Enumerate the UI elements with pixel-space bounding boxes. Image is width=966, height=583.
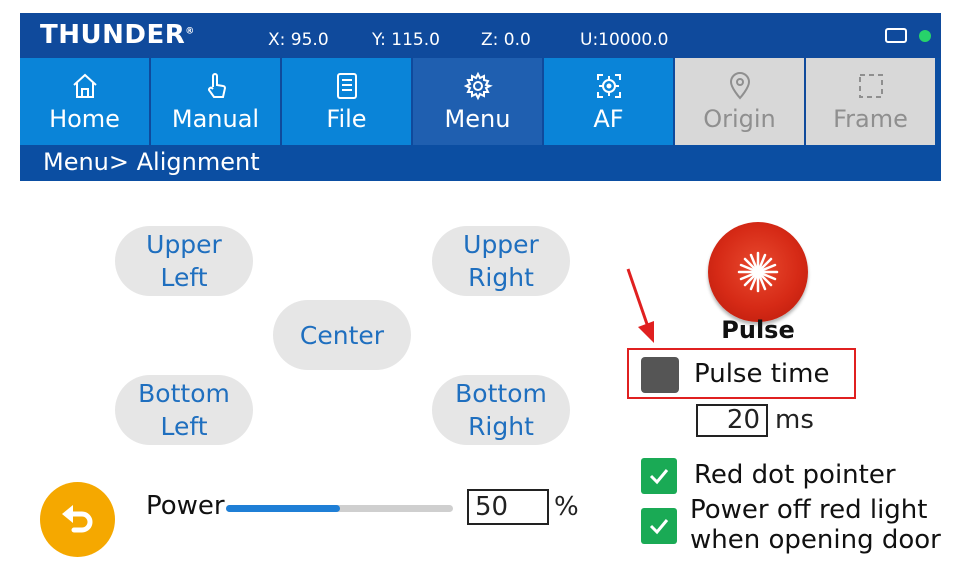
tab-origin[interactable]: Origin — [675, 58, 806, 145]
button-label-line1: Upper — [146, 230, 222, 259]
u-coordinate: U:10000.0 — [580, 30, 669, 50]
gear-icon — [463, 71, 493, 100]
power-slider[interactable] — [226, 505, 453, 512]
power-slider-fill — [226, 505, 340, 512]
hand-pointer-icon — [207, 72, 226, 98]
pulse-label: Pulse — [721, 316, 795, 344]
power-input[interactable]: 50 — [467, 489, 549, 525]
checkmark-icon — [649, 519, 669, 535]
brand-logo: THUNDER® — [40, 20, 195, 50]
power-off-red-light-checkbox[interactable] — [641, 508, 677, 544]
connection-status-icon — [919, 29, 931, 42]
power-label: Power — [146, 491, 225, 521]
button-label-line2: Right — [468, 263, 534, 292]
label-line2: when opening door — [690, 525, 941, 555]
tab-menu[interactable]: Menu — [413, 58, 544, 145]
window-icon[interactable] — [885, 28, 907, 43]
button-label-line1: Upper — [463, 230, 539, 259]
tab-label: Menu — [444, 104, 511, 133]
red-dot-checkbox[interactable] — [641, 458, 677, 494]
file-icon — [336, 72, 357, 99]
z-coordinate: Z: 0.0 — [481, 30, 531, 50]
tab-label: AF — [593, 104, 624, 133]
button-label-line1: Bottom — [138, 379, 230, 408]
power-off-red-light-label: Power off red light when opening door — [690, 495, 941, 555]
tab-label: Frame — [833, 104, 908, 133]
crosshair-icon — [596, 73, 621, 98]
undo-arrow-icon — [61, 504, 92, 532]
pulse-button[interactable] — [708, 222, 808, 322]
home-icon — [72, 73, 97, 98]
center-button[interactable]: Center — [273, 300, 411, 370]
tab-af[interactable]: AF — [544, 58, 675, 145]
status-icons — [885, 28, 931, 43]
back-button[interactable] — [40, 482, 115, 557]
tab-label: File — [326, 104, 367, 133]
y-coordinate: Y: 115.0 — [372, 30, 440, 50]
tab-label: Manual — [171, 104, 260, 133]
bottom-left-button[interactable]: Bottom Left — [115, 375, 253, 445]
tab-frame[interactable]: Frame — [806, 58, 935, 145]
upper-right-button[interactable]: Upper Right — [432, 226, 570, 296]
tab-home[interactable]: Home — [20, 58, 151, 145]
label-line1: Power off red light — [690, 495, 928, 525]
button-label-line2: Left — [160, 263, 208, 292]
tab-label: Origin — [703, 104, 776, 133]
checkmark-icon — [649, 469, 669, 485]
red-dot-label: Red dot pointer — [694, 460, 896, 490]
button-label-line1: Bottom — [455, 379, 547, 408]
button-label-line2: Left — [160, 412, 208, 441]
power-unit: % — [554, 492, 579, 522]
pulse-time-input[interactable]: 20 — [696, 404, 768, 437]
red-arrow-annotation — [626, 268, 654, 343]
location-pin-icon — [729, 71, 750, 99]
breadcrumb: Menu> Alignment — [43, 148, 260, 176]
tab-manual[interactable]: Manual — [151, 58, 282, 145]
upper-left-button[interactable]: Upper Left — [115, 226, 253, 296]
pulse-time-checkbox[interactable] — [641, 357, 679, 393]
bottom-right-button[interactable]: Bottom Right — [432, 375, 570, 445]
pulse-time-unit: ms — [775, 405, 814, 435]
tab-label: Home — [49, 104, 120, 133]
x-coordinate: X: 95.0 — [268, 30, 329, 50]
pulse-time-label: Pulse time — [694, 359, 830, 389]
button-label: Center — [299, 320, 385, 350]
tab-file[interactable]: File — [282, 58, 413, 145]
laser-starburst-icon — [737, 251, 779, 293]
button-label-line2: Right — [468, 412, 534, 441]
dashed-square-icon — [858, 73, 883, 98]
main-tabs: Home Manual File Menu AF Origin Frame — [20, 58, 941, 145]
